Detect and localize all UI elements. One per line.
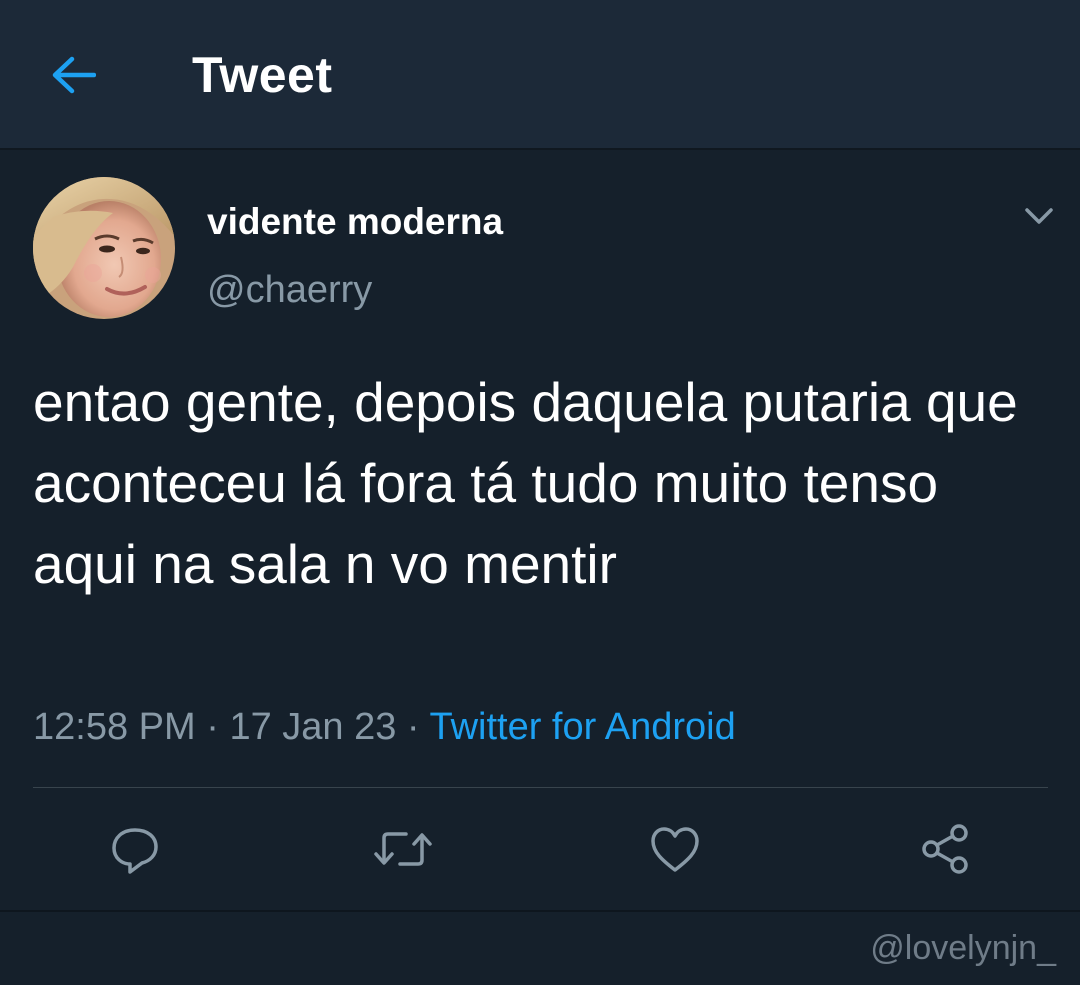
tweet-date: 17 Jan 23 <box>229 706 397 748</box>
share-icon <box>922 824 968 874</box>
like-button[interactable] <box>644 818 706 880</box>
display-name[interactable]: vidente moderna <box>207 199 503 245</box>
bottom-divider <box>0 910 1080 912</box>
avatar[interactable] <box>33 177 175 319</box>
tweet-text: entao gente, depois daquela putaria que … <box>33 371 1018 595</box>
tweet-metadata: 12:58 PM · 17 Jan 23 · Twitter for Andro… <box>33 703 736 751</box>
share-button[interactable] <box>914 818 976 880</box>
chevron-down-icon <box>1025 208 1053 224</box>
arrow-left-icon <box>52 56 96 94</box>
retweet-icon <box>374 832 432 866</box>
watermark: @lovelynjn_ <box>870 929 1056 967</box>
meta-separator: · <box>406 706 420 748</box>
page-title: Tweet <box>192 47 333 103</box>
user-handle[interactable]: @chaerry <box>207 266 372 314</box>
tweet-menu-button[interactable] <box>1014 196 1064 236</box>
top-app-bar: Tweet <box>0 0 1080 150</box>
like-icon <box>651 827 699 872</box>
divider <box>33 787 1048 788</box>
profile-photo <box>33 177 175 319</box>
reply-icon <box>112 828 158 874</box>
meta-separator: · <box>206 706 219 748</box>
tweet-source-link[interactable]: Twitter for Android <box>429 706 735 748</box>
retweet-button[interactable] <box>372 818 434 880</box>
reply-button[interactable] <box>104 818 166 880</box>
back-button[interactable] <box>40 44 106 106</box>
tweet-time: 12:58 PM <box>33 706 196 748</box>
